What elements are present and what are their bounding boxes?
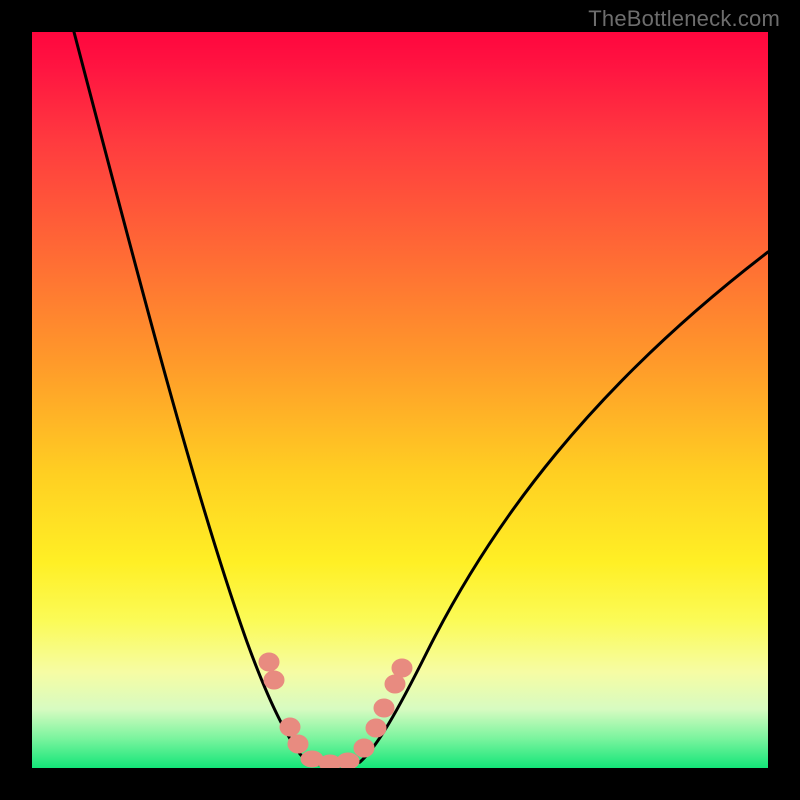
chart-frame: TheBottleneck.com xyxy=(0,0,800,800)
marker-cluster xyxy=(259,653,412,768)
watermark-text: TheBottleneck.com xyxy=(588,6,780,32)
curve-right-branch xyxy=(360,252,768,762)
curve-left-branch xyxy=(74,32,308,762)
plot-area xyxy=(32,32,768,768)
curve-layer xyxy=(32,32,768,768)
